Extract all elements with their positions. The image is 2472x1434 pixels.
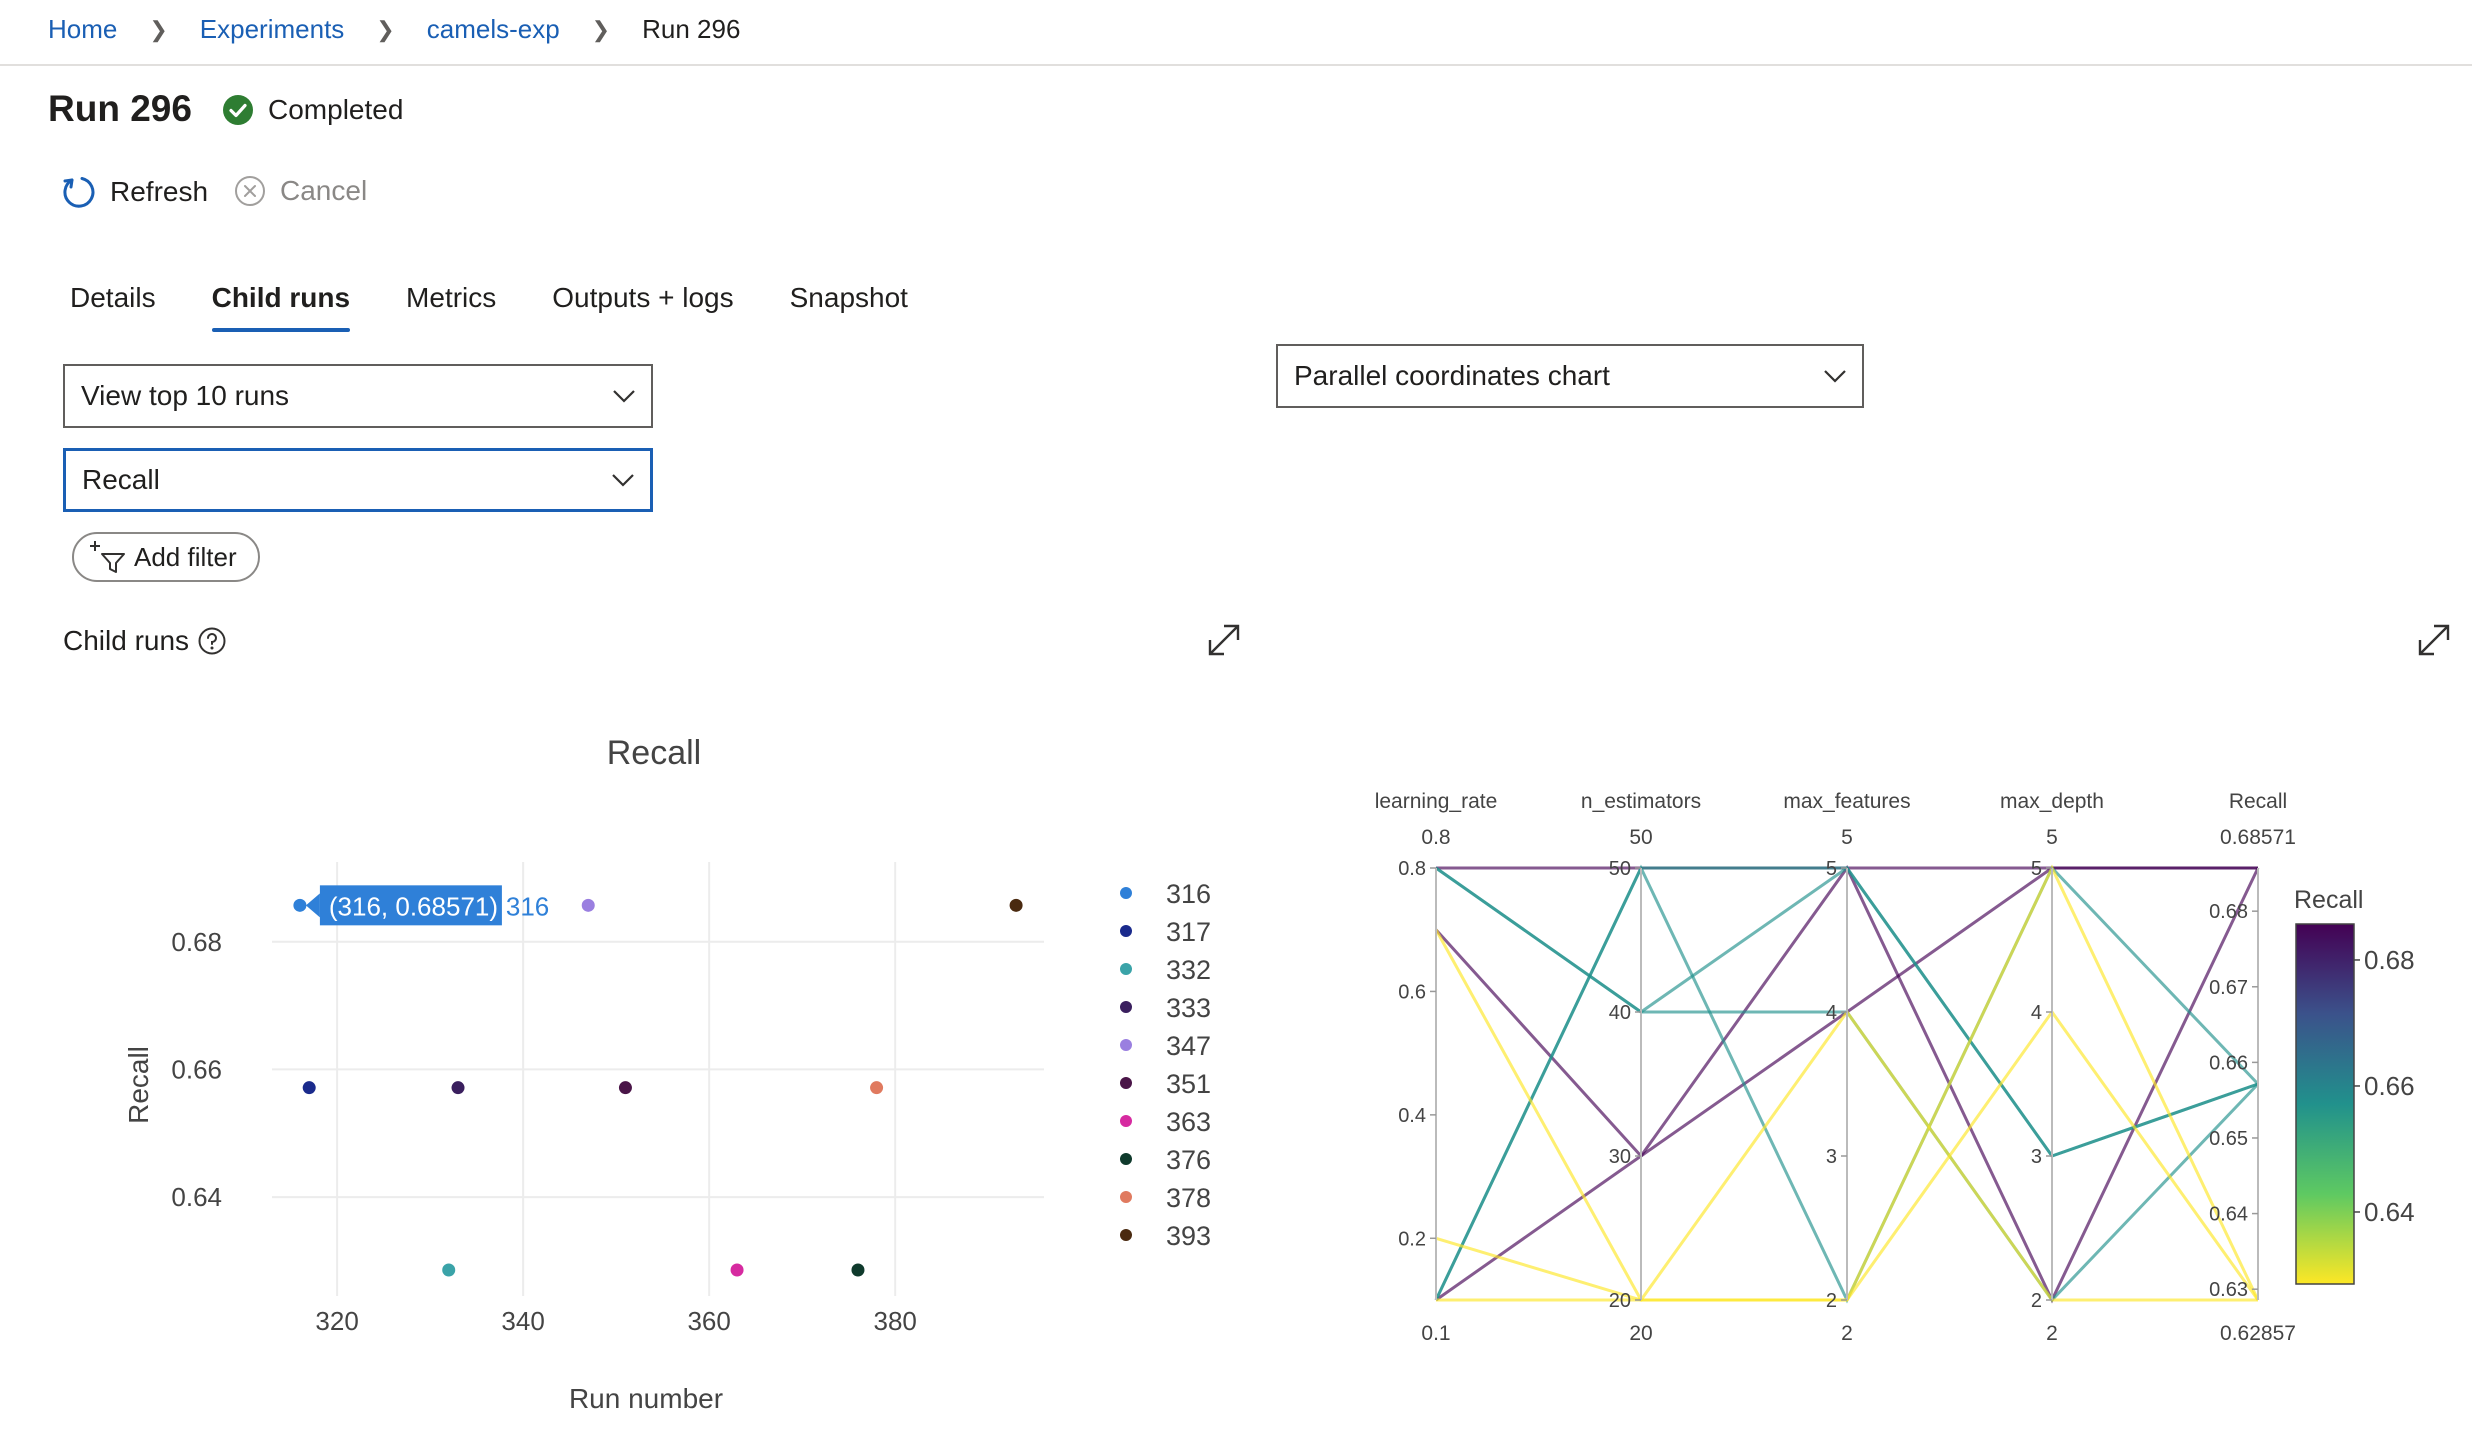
scatter-x-tick-label: 360 [687, 1306, 730, 1336]
colorbar-tick-label: 0.68 [2364, 945, 2415, 975]
parcoords-tick-label: 0.64 [2209, 1204, 2248, 1226]
scatter-point-347[interactable] [581, 898, 595, 912]
legend-label-393[interactable]: 393 [1166, 1221, 1211, 1251]
parcoords-tick-label: 50 [1609, 858, 1631, 880]
legend-marker-347[interactable] [1120, 1039, 1132, 1051]
parcoords-tick-label: 0.4 [1398, 1105, 1426, 1127]
parcoords-axis-title-n_estimators: n_estimators [1581, 790, 1701, 813]
scatter-point-376[interactable] [851, 1263, 865, 1277]
legend-marker-378[interactable] [1120, 1191, 1132, 1203]
parcoords-tick-label: 0.2 [1398, 1228, 1426, 1250]
scatter-x-tick-label: 340 [501, 1306, 544, 1336]
legend-label-347[interactable]: 347 [1166, 1031, 1211, 1061]
tooltip-pointer [305, 893, 320, 918]
legend-marker-376[interactable] [1120, 1153, 1132, 1165]
legend-marker-351[interactable] [1120, 1077, 1132, 1089]
scatter-point-317[interactable] [302, 1081, 316, 1095]
parcoords-axis-title-max_features: max_features [1783, 790, 1910, 813]
scatter-title: Recall [607, 734, 701, 772]
legend-label-376[interactable]: 376 [1166, 1145, 1211, 1175]
parcoords-tick-label: 2 [1826, 1290, 1837, 1312]
parcoords-axis-title-learning_rate: learning_rate [1375, 790, 1498, 813]
legend-label-333[interactable]: 333 [1166, 993, 1211, 1023]
legend-label-351[interactable]: 351 [1166, 1069, 1211, 1099]
legend-label-363[interactable]: 363 [1166, 1107, 1211, 1137]
parcoords-axis-max-label: 50 [1629, 826, 1652, 849]
parcoords-tick-label: 5 [2031, 858, 2042, 880]
parcoords-tick-label: 4 [2031, 1002, 2042, 1024]
parcoords-tick-label: 0.6 [1398, 981, 1426, 1003]
parcoords-axis-title-Recall: Recall [2229, 790, 2287, 813]
colorbar-tick-label: 0.64 [2364, 1197, 2415, 1227]
parcoords-tick-label: 3 [2031, 1146, 2042, 1168]
scatter-point-333[interactable] [451, 1081, 465, 1095]
parallel-coordinates-chart: learning_rate 0.8 0.1 0.2 0.4 0.6 0.8 n_estimat… [1375, 790, 2415, 1345]
scatter-point-316[interactable] [293, 898, 307, 912]
legend-marker-333[interactable] [1120, 1001, 1132, 1013]
parcoords-tick-label: 3 [1826, 1146, 1837, 1168]
legend-label-332[interactable]: 332 [1166, 955, 1211, 985]
colorbar-title: Recall [2294, 886, 2363, 914]
parcoords-axis-max-label: 5 [1841, 826, 1853, 849]
parcoords-axis-max-label: 0.68571 [2220, 826, 2296, 849]
legend-marker-317[interactable] [1120, 925, 1132, 937]
scatter-y-tick-label: 0.68 [171, 927, 222, 957]
legend-marker-332[interactable] [1120, 963, 1132, 975]
legend-marker-363[interactable] [1120, 1115, 1132, 1127]
scatter-point-351[interactable] [618, 1081, 632, 1095]
parcoords-axis-max-label: 5 [2046, 826, 2058, 849]
colorbar [2295, 923, 2355, 1285]
parcoords-axis-min-label: 2 [1841, 1322, 1853, 1345]
legend-label-316[interactable]: 316 [1166, 879, 1211, 909]
parcoords-tick-label: 0.67 [2209, 977, 2248, 999]
scatter-x-tick-label: 320 [315, 1306, 358, 1336]
legend-label-378[interactable]: 378 [1166, 1183, 1211, 1213]
legend-label-317[interactable]: 317 [1166, 917, 1211, 947]
parcoords-tick-label: 30 [1609, 1146, 1631, 1168]
parcoords-axis-min-label: 2 [2046, 1322, 2058, 1345]
scatter-point-378[interactable] [870, 1081, 884, 1095]
parcoords-axis-min-label: 0.1 [1421, 1322, 1450, 1345]
legend-marker-393[interactable] [1120, 1229, 1132, 1241]
scatter-x-tick-label: 380 [873, 1306, 916, 1336]
scatter-x-axis-label: Run number [569, 1383, 723, 1414]
recall-scatter-chart: Recall Run number Recall 320 340 360 380 0.6… [123, 734, 1211, 1414]
parcoords-tick-label: 0.65 [2209, 1128, 2248, 1150]
parcoords-tick-label: 0.8 [1398, 858, 1426, 880]
parcoords-tick-label: 5 [1826, 858, 1837, 880]
parcoords-tick-label: 20 [1609, 1290, 1631, 1312]
parcoords-axis-max-label: 0.8 [1421, 826, 1450, 849]
scatter-point-332[interactable] [442, 1263, 456, 1277]
parcoords-tick-label: 2 [2031, 1290, 2042, 1312]
parcoords-tick-label: 0.63 [2209, 1279, 2248, 1301]
scatter-y-tick-label: 0.64 [171, 1182, 222, 1212]
parcoords-axis-min-label: 20 [1629, 1322, 1652, 1345]
parcoords-axis-title-max_depth: max_depth [2000, 790, 2104, 813]
tooltip-text: (316, 0.68571) [329, 891, 498, 921]
colorbar-tick-label: 0.66 [2364, 1071, 2415, 1101]
parcoords-axis-min-label: 0.62857 [2220, 1322, 2296, 1345]
scatter-y-axis-label: Recall [123, 1046, 154, 1124]
legend-marker-316[interactable] [1120, 887, 1132, 899]
parcoords-tick-label: 0.66 [2209, 1052, 2248, 1074]
parcoords-tick-label: 4 [1826, 1002, 1837, 1024]
parcoords-tick-label: 40 [1609, 1002, 1631, 1024]
scatter-point-393[interactable] [1009, 898, 1023, 912]
tooltip-series-label: 316 [506, 891, 549, 921]
scatter-point-363[interactable] [730, 1263, 744, 1277]
scatter-y-tick-label: 0.66 [171, 1054, 222, 1084]
parcoords-tick-label: 0.68 [2209, 901, 2248, 923]
